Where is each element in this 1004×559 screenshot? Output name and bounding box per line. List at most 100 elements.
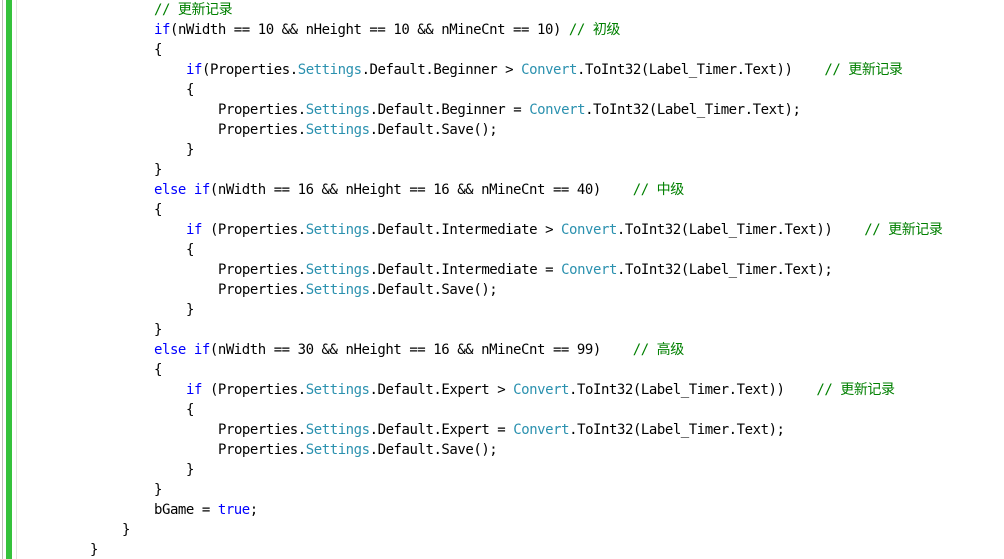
code-line[interactable]: Properties.Settings.Default.Intermediate… (26, 260, 1004, 280)
code-line[interactable]: Properties.Settings.Default.Save(); (26, 120, 1004, 140)
code-text: (Properties. (201, 62, 298, 78)
code-text: bGame = (154, 502, 218, 518)
code-line[interactable]: else if(nWidth == 30 && nHeight == 16 &&… (26, 340, 1004, 360)
code-line[interactable]: bGame = true; (26, 500, 1004, 520)
code-line[interactable]: } (26, 460, 1004, 480)
code-text: } (154, 162, 162, 178)
code-text: } (186, 142, 194, 158)
code-text: } (186, 462, 194, 478)
code-line[interactable]: // 更新记录 (26, 0, 1004, 20)
code-line[interactable]: if (Properties.Settings.Default.Intermed… (26, 220, 1004, 240)
code-area[interactable]: // 更新记录 if(nWidth == 10 && nHeight == 10 … (26, 0, 1004, 559)
code-text: Properties. (218, 102, 306, 118)
code-text: .Default.Beginner = (369, 102, 530, 118)
code-type-name: Settings (305, 102, 370, 118)
code-text: .ToInt32(Label_Timer.Text); (569, 422, 785, 438)
code-text: .Default.Expert = (369, 422, 514, 438)
code-line[interactable]: { (26, 240, 1004, 260)
code-type-name: Convert (513, 382, 570, 398)
code-type-name: Convert (513, 422, 570, 438)
code-text: { (186, 82, 194, 98)
code-text: Properties. (218, 422, 306, 438)
code-text: { (186, 242, 194, 258)
code-line[interactable]: { (26, 360, 1004, 380)
code-line[interactable]: { (26, 400, 1004, 420)
code-type-name: Convert (529, 102, 586, 118)
code-line[interactable]: } (26, 140, 1004, 160)
code-text: } (186, 302, 194, 318)
code-keyword: if (154, 22, 170, 38)
code-comment: // 更新记录 (816, 382, 895, 398)
code-text: .ToInt32(Label_Timer.Text)) (569, 382, 817, 398)
code-text: { (154, 362, 162, 378)
code-line[interactable]: } (26, 520, 1004, 540)
code-type-name: Convert (561, 222, 617, 238)
code-text: } (154, 322, 162, 338)
code-text: .ToInt32(Label_Timer.Text)) (616, 222, 865, 238)
code-comment: // 更新记录 (154, 2, 233, 18)
code-line[interactable]: } (26, 540, 1004, 559)
code-text: .ToInt32(Label_Timer.Text)) (577, 62, 825, 78)
code-type-name: Settings (305, 122, 370, 138)
code-text: (nWidth == 16 && nHeight == 16 && nMineC… (209, 182, 633, 198)
code-line[interactable]: if(nWidth == 10 && nHeight == 10 && nMin… (26, 20, 1004, 40)
code-text: } (90, 542, 98, 558)
code-line[interactable]: Properties.Settings.Default.Save(); (26, 280, 1004, 300)
code-text: .ToInt32(Label_Timer.Text); (616, 262, 833, 278)
code-text: Properties. (218, 262, 306, 278)
code-text: .Default.Save(); (369, 442, 498, 458)
code-text: } (154, 482, 162, 498)
code-text: { (154, 202, 162, 218)
code-text: .Default.Save(); (369, 282, 498, 298)
code-text: { (154, 42, 162, 58)
code-keyword: else if (154, 342, 210, 358)
code-comment: // 更新记录 (824, 62, 903, 78)
code-type-name: Settings (305, 222, 370, 238)
code-line[interactable]: if(Properties.Settings.Default.Beginner … (26, 60, 1004, 80)
code-line[interactable]: Properties.Settings.Default.Expert = Con… (26, 420, 1004, 440)
code-type-name: Settings (305, 382, 370, 398)
code-line[interactable]: else if(nWidth == 16 && nHeight == 16 &&… (26, 180, 1004, 200)
code-keyword: else if (154, 182, 210, 198)
code-comment: // 更新记录 (864, 222, 943, 238)
code-line[interactable]: { (26, 40, 1004, 60)
code-text: .ToInt32(Label_Timer.Text); (585, 102, 801, 118)
code-keyword: if (186, 62, 202, 78)
code-text: Properties. (218, 122, 306, 138)
code-line[interactable]: { (26, 200, 1004, 220)
code-line[interactable]: { (26, 80, 1004, 100)
code-line[interactable]: } (26, 300, 1004, 320)
code-text: (Properties. (201, 222, 306, 238)
code-line[interactable]: } (26, 480, 1004, 500)
code-text: Properties. (218, 442, 306, 458)
code-type-name: Settings (305, 422, 370, 438)
code-text: .Default.Expert > (369, 382, 514, 398)
code-text: .Default.Intermediate > (369, 222, 562, 238)
code-line[interactable]: Properties.Settings.Default.Save(); (26, 440, 1004, 460)
code-line[interactable]: Properties.Settings.Default.Beginner = C… (26, 100, 1004, 120)
code-keyword: if (186, 382, 202, 398)
code-comment: // 初级 (568, 22, 620, 38)
code-text: .Default.Intermediate = (369, 262, 562, 278)
code-line[interactable]: } (26, 320, 1004, 340)
change-tracking-bar (6, 0, 12, 559)
code-line[interactable]: } (26, 160, 1004, 180)
code-editor[interactable]: // 更新记录 if(nWidth == 10 && nHeight == 10 … (0, 0, 1004, 559)
code-text: .Default.Beginner > (361, 62, 522, 78)
code-text: Properties. (218, 282, 306, 298)
code-text: (nWidth == 30 && nHeight == 16 && nMineC… (209, 342, 633, 358)
code-keyword: if (186, 222, 202, 238)
code-type-name: Convert (561, 262, 617, 278)
gutter-border-left (2, 0, 3, 559)
code-comment: // 高级 (632, 342, 684, 358)
code-text: (nWidth == 10 && nHeight == 10 && nMineC… (169, 22, 569, 38)
code-text: (Properties. (201, 382, 306, 398)
code-type-name: Convert (521, 62, 577, 78)
code-type-name: Settings (305, 442, 370, 458)
code-type-name: Settings (297, 62, 362, 78)
code-text: } (122, 522, 130, 538)
code-line[interactable]: if (Properties.Settings.Default.Expert >… (26, 380, 1004, 400)
code-text: { (186, 402, 194, 418)
code-type-name: Settings (305, 282, 370, 298)
gutter-border-right (16, 0, 17, 559)
